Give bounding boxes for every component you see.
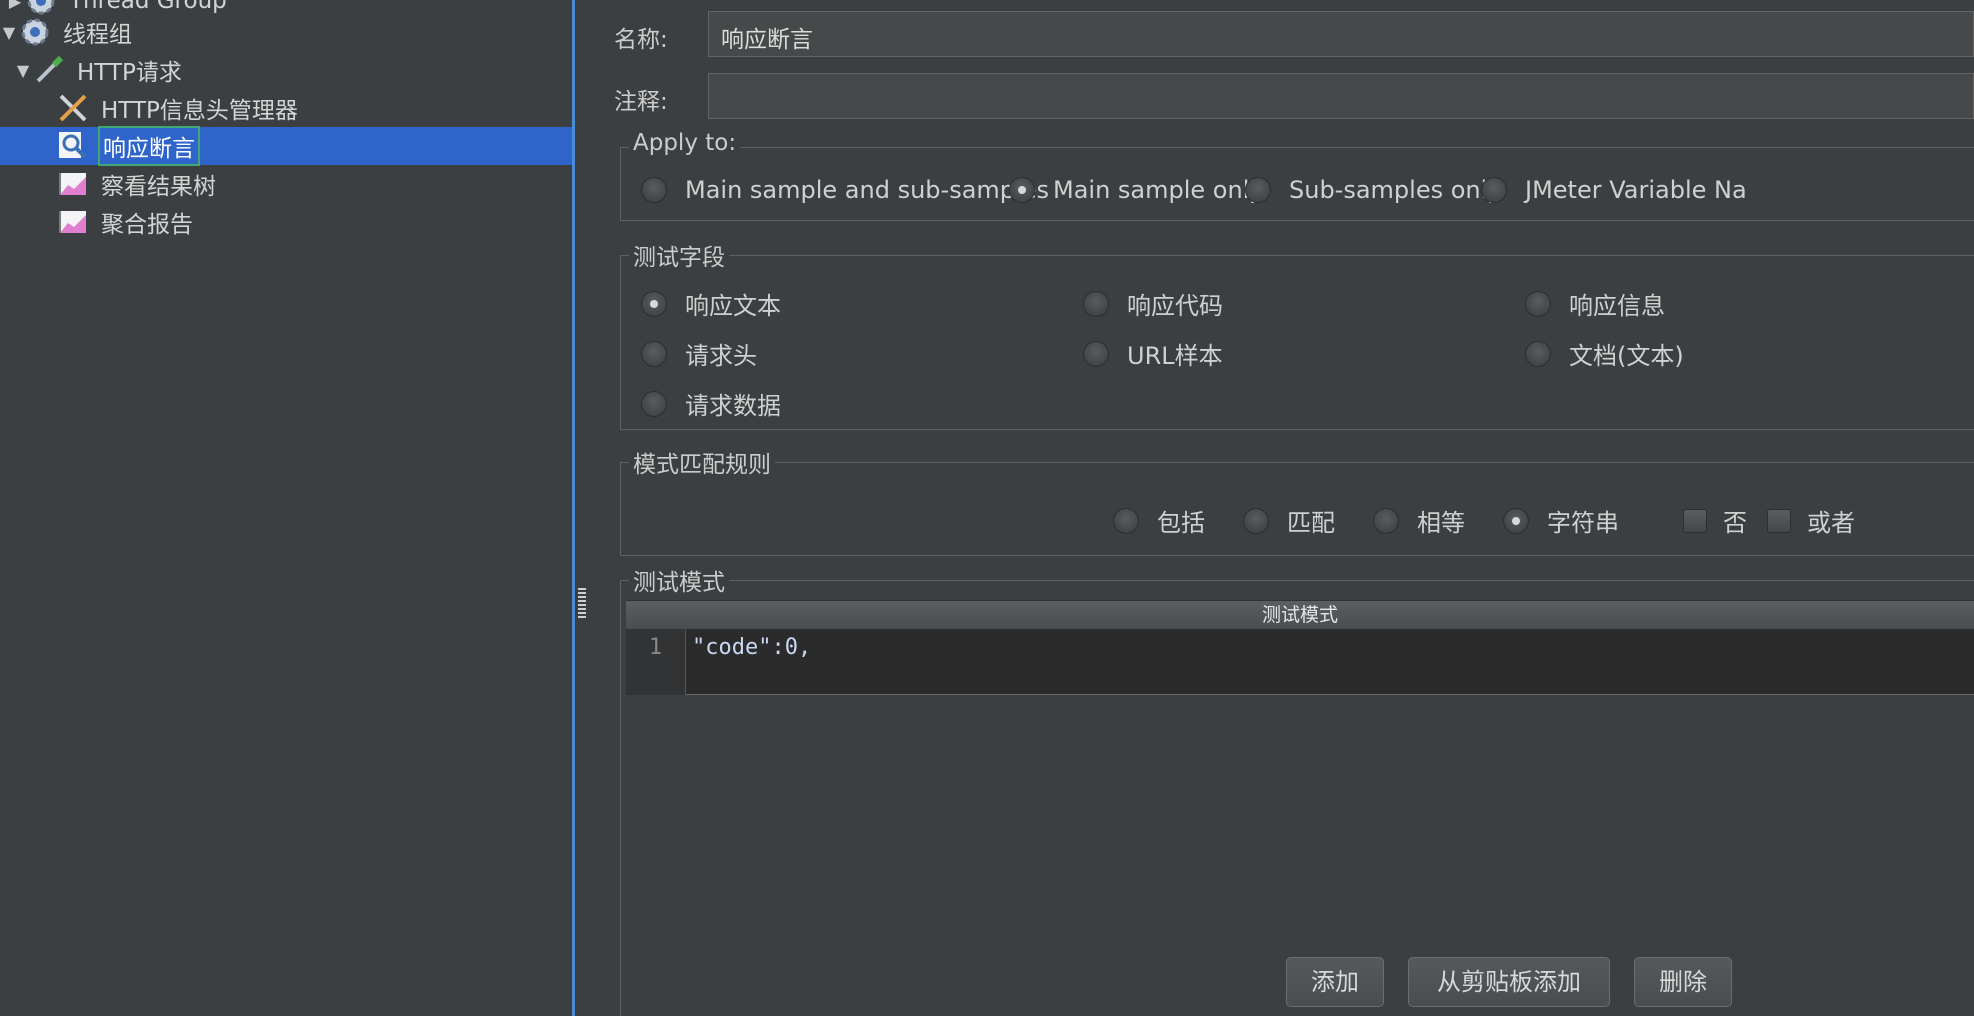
- test-plan-tree[interactable]: ▶ Thread Group ▼ 线程组 ▼ HTTP请求 HTTP信息头管理器: [0, 0, 572, 1016]
- tree-item-header-manager[interactable]: HTTP信息头管理器: [0, 89, 572, 127]
- radio-icon[interactable]: [1113, 507, 1139, 534]
- line-number: 1: [626, 629, 686, 695]
- tree-item-response-assertion[interactable]: 响应断言: [0, 126, 572, 166]
- wrench-icon: [59, 94, 87, 122]
- tree-item-label: 响应断言: [98, 126, 200, 166]
- assertion-editor: 名称: 响应断言 注释: Apply to: Main sample and s…: [586, 0, 1974, 1016]
- radio-icon[interactable]: [1525, 340, 1551, 367]
- patterns-table[interactable]: 测试模式 1 "code":0,: [626, 600, 1974, 695]
- pipette-icon: [36, 55, 64, 83]
- name-field[interactable]: 响应断言: [708, 11, 1974, 57]
- radio-selected-icon[interactable]: [1009, 177, 1035, 203]
- collapse-arrow-icon[interactable]: ▼: [14, 61, 32, 80]
- expand-arrow-icon[interactable]: ▶: [6, 0, 24, 11]
- radio-selected-icon[interactable]: [1503, 507, 1529, 534]
- rule-contains-radio[interactable]: 包括: [1113, 503, 1205, 538]
- tree-item-label: HTTP信息头管理器: [101, 98, 298, 124]
- radio-icon[interactable]: [641, 340, 667, 367]
- pattern-rules-group: 模式匹配规则 包括 匹配 相等 字符串 否 或者: [620, 445, 1974, 556]
- rule-equals-radio[interactable]: 相等: [1373, 503, 1465, 538]
- tree-item-view-results-tree[interactable]: 察看结果树: [0, 165, 572, 203]
- field-request-headers-radio[interactable]: 请求头: [641, 336, 757, 371]
- radio-icon[interactable]: [641, 390, 667, 417]
- tree-item-thread-group-cn[interactable]: ▼ 线程组: [0, 13, 572, 51]
- radio-icon[interactable]: [1243, 507, 1269, 534]
- tree-item-label: 线程组: [63, 22, 132, 48]
- tree-item-label: 察看结果树: [101, 174, 216, 200]
- field-request-data-radio[interactable]: 请求数据: [641, 386, 781, 421]
- chart-icon: [59, 173, 86, 195]
- test-field-title: 测试字段: [629, 238, 729, 272]
- gear-icon: [21, 18, 49, 46]
- radio-icon[interactable]: [1481, 177, 1507, 203]
- radio-icon[interactable]: [1373, 507, 1399, 534]
- field-response-code-radio[interactable]: 响应代码: [1083, 286, 1223, 321]
- radio-icon[interactable]: [1083, 290, 1109, 317]
- apply-to-group: Apply to: Main sample and sub-samples Ma…: [620, 130, 1974, 221]
- tree-item-http-request[interactable]: ▼ HTTP请求: [0, 51, 572, 89]
- rule-substring-radio[interactable]: 字符串: [1503, 503, 1619, 538]
- tree-item-label: HTTP请求: [77, 60, 182, 86]
- checkbox-icon[interactable]: [1767, 508, 1791, 533]
- add-button[interactable]: 添加: [1286, 957, 1384, 1007]
- rule-matches-radio[interactable]: 匹配: [1243, 503, 1335, 538]
- tree-item-aggregate-report[interactable]: 聚合报告: [0, 203, 572, 241]
- test-patterns-title: 测试模式: [629, 563, 729, 597]
- checkbox-icon[interactable]: [1683, 508, 1707, 533]
- pattern-row-editor[interactable]: 1 "code":0,: [626, 629, 1974, 695]
- radio-icon[interactable]: [641, 177, 667, 203]
- delete-button[interactable]: 删除: [1634, 957, 1732, 1007]
- pattern-rules-title: 模式匹配规则: [629, 445, 775, 479]
- field-url-sample-radio[interactable]: URL样本: [1083, 336, 1223, 371]
- rule-not-checkbox[interactable]: 否: [1683, 503, 1747, 538]
- radio-icon[interactable]: [1525, 290, 1551, 317]
- comment-label: 注释:: [614, 89, 668, 115]
- collapse-arrow-icon[interactable]: ▼: [0, 23, 18, 42]
- field-response-text-radio[interactable]: 响应文本: [641, 286, 781, 321]
- apply-sub-only-radio[interactable]: Sub-samples only: [1245, 176, 1502, 204]
- apply-main-and-sub-radio[interactable]: Main sample and sub-samples: [641, 176, 1049, 204]
- split-pane-divider[interactable]: [572, 0, 575, 1016]
- divider-grip-handle[interactable]: [578, 588, 586, 618]
- comment-field[interactable]: [708, 73, 1974, 119]
- radio-icon[interactable]: [1245, 177, 1271, 203]
- test-field-group: 测试字段 响应文本 响应代码 响应信息 请求头 URL样本 文档(文本) 请求数…: [620, 238, 1974, 430]
- apply-jmeter-variable-radio[interactable]: JMeter Variable Na: [1481, 176, 1747, 204]
- apply-to-title: Apply to:: [629, 130, 741, 156]
- radio-icon[interactable]: [1083, 340, 1109, 367]
- rule-or-checkbox[interactable]: 或者: [1767, 503, 1855, 538]
- chart-icon: [59, 211, 86, 233]
- tree-item-label: 聚合报告: [101, 212, 193, 238]
- add-from-clipboard-button[interactable]: 从剪贴板添加: [1408, 957, 1610, 1007]
- field-document-text-radio[interactable]: 文档(文本): [1525, 336, 1684, 371]
- magnifier-icon: [59, 132, 87, 159]
- pattern-text[interactable]: "code":0,: [692, 635, 811, 660]
- name-label: 名称:: [614, 27, 668, 53]
- field-response-message-radio[interactable]: 响应信息: [1525, 286, 1665, 321]
- patterns-table-header[interactable]: 测试模式: [626, 601, 1974, 629]
- apply-main-only-radio[interactable]: Main sample only: [1009, 176, 1264, 204]
- radio-selected-icon[interactable]: [641, 290, 667, 317]
